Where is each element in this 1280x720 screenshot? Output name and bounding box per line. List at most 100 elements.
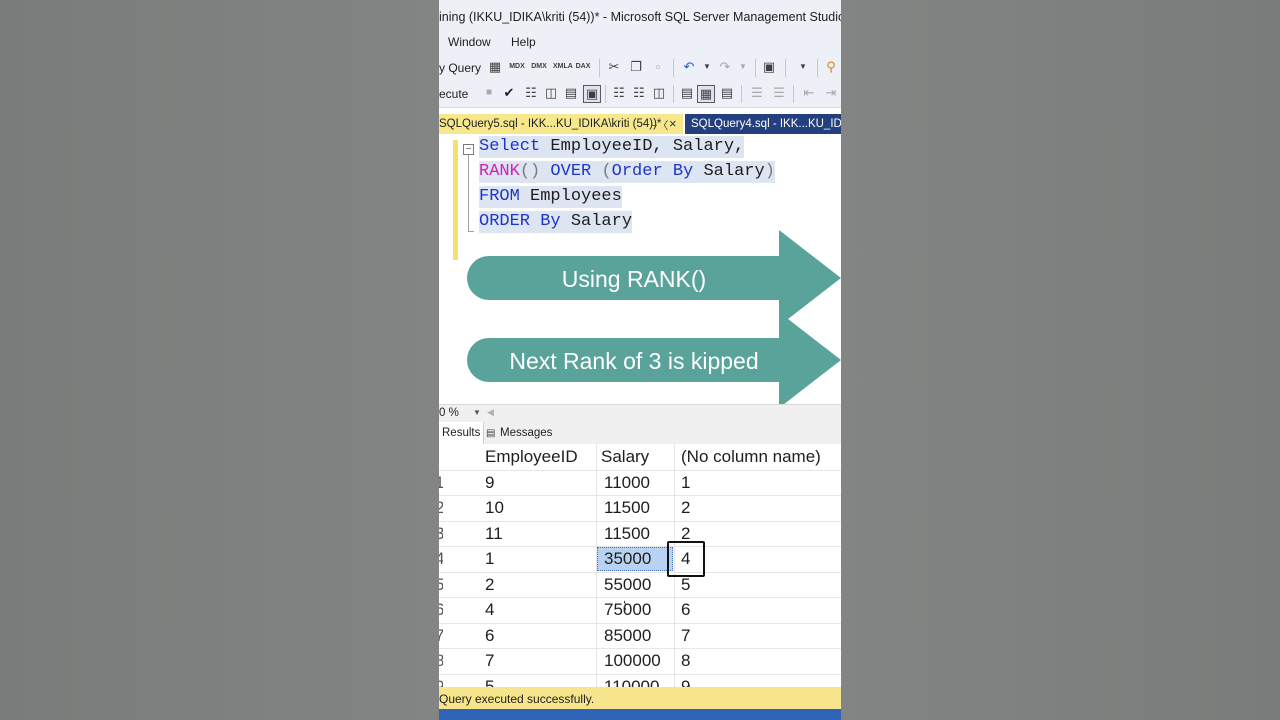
row-number[interactable]: 7 bbox=[439, 623, 443, 649]
undo-icon[interactable]: ↶ bbox=[681, 59, 697, 75]
stop-icon[interactable]: ■ bbox=[481, 85, 497, 101]
cell-salary[interactable]: 100000 bbox=[604, 648, 661, 674]
table-row[interactable]: 41350004 bbox=[439, 546, 841, 573]
sql-editor-toolbar: ecute ■ ✔ ☷ ◫ ▤ ▣ ☷ ☷ ◫ ▤ ▦ ▤ ☰ ☰ ⇤ ⇥ bbox=[439, 81, 841, 108]
code-line-3: FROM Employees bbox=[479, 186, 622, 208]
results-to-text-icon[interactable]: ▣ bbox=[583, 85, 601, 103]
close-icon[interactable]: × bbox=[669, 116, 677, 131]
standard-toolbar: y Query ▦ MDX DMX XMLA DAX ✂ ❐ ▫ ↶ ▼ ↷ ▼… bbox=[439, 55, 841, 81]
table-row[interactable]: 5 2 55000 5 bbox=[439, 572, 841, 598]
pin-icon[interactable]: −〈 bbox=[651, 117, 668, 133]
activity-monitor-icon[interactable]: ▣ bbox=[761, 59, 777, 75]
row-number[interactable]: 2 bbox=[439, 495, 443, 521]
tab-results-label: Results bbox=[442, 427, 481, 439]
new-query-button[interactable]: y Query bbox=[439, 61, 481, 75]
header-salary[interactable]: Salary bbox=[601, 444, 649, 470]
header-no-column-name[interactable]: (No column name) bbox=[681, 444, 821, 470]
row-number[interactable]: 6 bbox=[439, 597, 443, 623]
cell-rank[interactable]: 1 bbox=[681, 470, 690, 496]
uncomment-icon[interactable]: ☰ bbox=[771, 85, 787, 101]
tab-sqlquery5[interactable]: SQLQuery5.sql - IKK...KU_IDIKA\kriti (54… bbox=[439, 114, 683, 134]
cell-employeeid[interactable]: 7 bbox=[485, 648, 494, 674]
undo-dropdown-icon[interactable]: ▼ bbox=[699, 59, 715, 75]
table-row[interactable]: 8 7 100000 8 bbox=[439, 648, 841, 675]
row-number[interactable]: 3 bbox=[439, 521, 443, 547]
search-icon[interactable]: ⚲ bbox=[823, 59, 839, 75]
menu-window[interactable]: Window bbox=[448, 35, 491, 49]
cell-rank[interactable]: 5 bbox=[681, 572, 690, 598]
tab-sqlquery4[interactable]: SQLQuery4.sql - IKK...KU_IDIK bbox=[685, 114, 841, 134]
tab-messages[interactable]: Messages bbox=[500, 427, 552, 439]
toolbar-separator bbox=[785, 59, 786, 77]
redo-dropdown-icon[interactable]: ▼ bbox=[735, 59, 751, 75]
cell-employeeid[interactable]: 10 bbox=[485, 495, 504, 521]
row-number[interactable]: 5 bbox=[439, 572, 443, 598]
query-editor[interactable]: − Select EmployeeID, Salary, RANK() OVER… bbox=[439, 134, 841, 408]
cell-salary[interactable]: 55000 bbox=[604, 572, 651, 598]
row-number[interactable]: 1 bbox=[439, 470, 443, 496]
live-stats-icon[interactable]: ☷ bbox=[631, 85, 647, 101]
execute-button[interactable]: ecute bbox=[439, 87, 468, 101]
cell-employeeid[interactable]: 1 bbox=[485, 546, 494, 572]
results-to-grid-icon[interactable]: ▦ bbox=[697, 85, 715, 103]
cell-salary[interactable]: 11500 bbox=[604, 495, 650, 521]
results-grid[interactable]: EmployeeIDSalary(No column name)19110001… bbox=[439, 444, 841, 687]
table-row[interactable]: 9 5 110000 9 bbox=[439, 674, 841, 688]
xmla-query-icon[interactable]: XMLA bbox=[553, 59, 573, 75]
cell-salary[interactable]: 110000 bbox=[604, 674, 659, 688]
table-row[interactable]: 64750006 bbox=[439, 597, 841, 624]
dmx-query-icon[interactable]: DMX bbox=[531, 59, 547, 75]
intellisense-icon[interactable]: ▤ bbox=[563, 85, 579, 101]
copy-icon[interactable]: ❐ bbox=[628, 59, 644, 75]
cell-employeeid[interactable]: 5 bbox=[485, 674, 494, 688]
toolbar-dropdown-icon[interactable]: ▼ bbox=[795, 59, 811, 75]
parse-check-icon[interactable]: ✔ bbox=[501, 85, 517, 101]
cell-rank[interactable]: 6 bbox=[681, 597, 690, 623]
paste-icon[interactable]: ▫ bbox=[650, 59, 666, 75]
cell-rank[interactable]: 8 bbox=[681, 648, 690, 674]
cell-employeeid[interactable]: 4 bbox=[485, 597, 494, 623]
row-number[interactable]: 4 bbox=[439, 546, 443, 572]
zoom-level[interactable]: 0 % bbox=[439, 407, 459, 419]
row-number[interactable]: 9 bbox=[439, 674, 443, 688]
results-to-file-icon[interactable]: ▤ bbox=[719, 85, 735, 101]
cell-rank[interactable]: 9 bbox=[681, 674, 690, 688]
cell-employeeid[interactable]: 11 bbox=[485, 521, 503, 547]
comment-icon[interactable]: ☰ bbox=[749, 85, 765, 101]
function-rank: RANK bbox=[479, 162, 520, 181]
header-employeeid[interactable]: EmployeeID bbox=[485, 444, 578, 470]
scroll-left-icon[interactable]: ◀ bbox=[487, 407, 494, 418]
include-plan-icon[interactable]: ☷ bbox=[611, 85, 627, 101]
mdx-query-icon[interactable]: MDX bbox=[509, 59, 525, 75]
cell-rank[interactable]: 2 bbox=[681, 495, 690, 521]
query-options-icon[interactable]: ◫ bbox=[543, 85, 559, 101]
collapse-toggle[interactable]: − bbox=[463, 144, 474, 155]
tab-results[interactable]: Results bbox=[439, 422, 484, 444]
table-row[interactable]: 1 9 11000 1 bbox=[439, 470, 841, 496]
tab-sqlquery4-label: SQLQuery4.sql - IKK...KU_IDIK bbox=[691, 118, 841, 130]
cell-employeeid[interactable]: 6 bbox=[485, 623, 494, 649]
results-to-text-option-icon[interactable]: ▤ bbox=[679, 85, 695, 101]
estimated-plan-icon[interactable]: ☷ bbox=[523, 85, 539, 101]
table-row[interactable]: 311115002 bbox=[439, 521, 841, 547]
database-engine-query-icon[interactable]: ▦ bbox=[487, 59, 503, 75]
cell-salary[interactable]: 85000 bbox=[604, 623, 651, 649]
cell-employeeid[interactable]: 2 bbox=[485, 572, 494, 598]
redo-icon[interactable]: ↷ bbox=[717, 59, 733, 75]
dax-query-icon[interactable]: DAX bbox=[575, 59, 591, 75]
table-row[interactable]: 7 6 85000 7 bbox=[439, 623, 841, 649]
decrease-indent-icon[interactable]: ⇤ bbox=[801, 85, 817, 101]
cut-icon[interactable]: ✂ bbox=[606, 59, 622, 75]
cell-salary[interactable]: 35000 bbox=[604, 546, 651, 572]
cell-salary[interactable]: 11000 bbox=[604, 470, 650, 496]
table-row[interactable]: 2 10 11500 2 bbox=[439, 495, 841, 522]
row-number[interactable]: 8 bbox=[439, 648, 443, 674]
increase-indent-icon[interactable]: ⇥ bbox=[823, 85, 839, 101]
cell-rank[interactable]: 7 bbox=[681, 623, 690, 649]
zoom-bar: 0 % ▼ ◀ bbox=[439, 404, 841, 423]
menu-help[interactable]: Help bbox=[511, 35, 536, 49]
cell-salary[interactable]: 11500 bbox=[604, 521, 650, 547]
cell-employeeid[interactable]: 9 bbox=[485, 470, 494, 496]
client-stats-icon[interactable]: ◫ bbox=[651, 85, 667, 101]
zoom-dropdown-icon[interactable]: ▼ bbox=[473, 408, 481, 417]
